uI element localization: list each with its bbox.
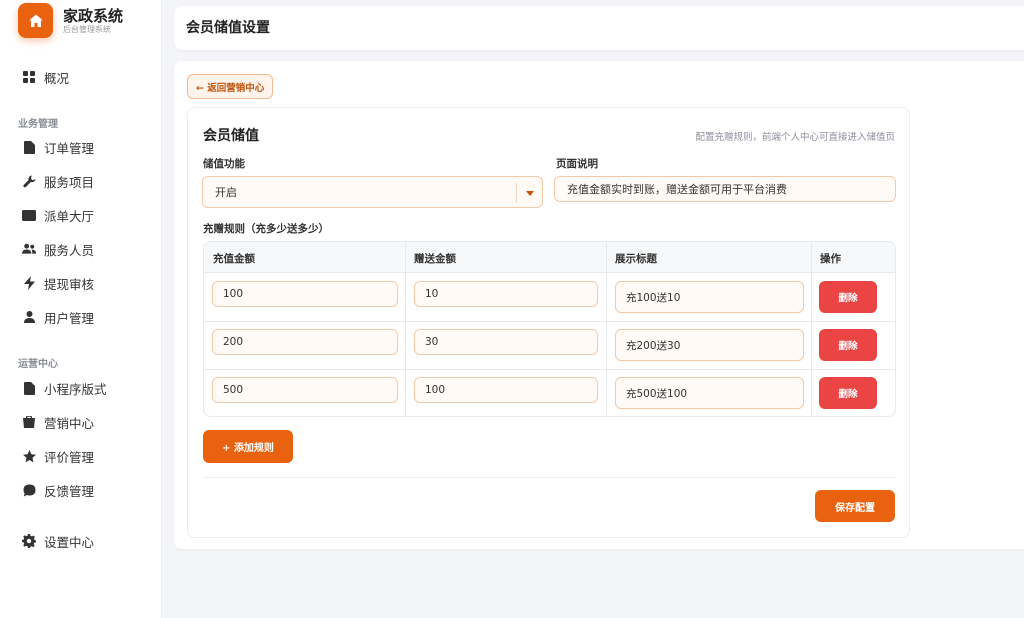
desc-label: 页面说明 xyxy=(556,158,598,170)
chat-icon xyxy=(22,483,36,497)
sidebar-item-miniapp-layout[interactable]: 小程序版式 xyxy=(22,378,107,398)
user-icon xyxy=(22,310,36,324)
sidebar-item-label: 提现审核 xyxy=(44,276,95,292)
sidebar-item-label: 派单大厅 xyxy=(44,208,95,224)
function-label: 储值功能 xyxy=(203,158,245,170)
gift-input[interactable]: 100 xyxy=(414,377,598,403)
function-select[interactable]: 开启 xyxy=(202,176,543,208)
sidebar-item-settings[interactable]: 设置中心 xyxy=(22,531,94,551)
sidebar-item-label: 服务人员 xyxy=(44,242,95,258)
page-header: 会员储值设置 xyxy=(174,6,1024,50)
home-logo-icon xyxy=(18,3,53,38)
star-icon xyxy=(22,449,36,463)
display-title-input[interactable]: 充500送100 xyxy=(615,377,804,409)
display-title-input[interactable]: 充200送30 xyxy=(615,329,804,361)
sidebar-item-label: 设置中心 xyxy=(44,534,95,550)
document-icon xyxy=(22,140,36,154)
header-action: 操作 xyxy=(820,253,841,265)
sidebar-item-withdraw[interactable]: 提现审核 xyxy=(22,273,94,293)
people-icon xyxy=(22,242,36,256)
sidebar-item-staff[interactable]: 服务人员 xyxy=(22,239,94,259)
recharge-input[interactable]: 100 xyxy=(212,281,398,307)
sidebar-section-business: 业务管理 xyxy=(18,119,58,130)
sidebar-item-services[interactable]: 服务项目 xyxy=(22,171,94,191)
sidebar-item-dispatch[interactable]: 派单大厅 xyxy=(22,205,94,225)
header-recharge: 充值金额 xyxy=(213,253,255,265)
recharge-input[interactable]: 200 xyxy=(212,329,398,355)
page-title: 会员储值设置 xyxy=(186,20,270,36)
brand: 家政系统 后台管理系统 xyxy=(18,3,123,38)
sidebar-item-users[interactable]: 用户管理 xyxy=(22,307,94,327)
delete-button[interactable]: 删除 xyxy=(819,377,877,409)
brand-title: 家政系统 xyxy=(63,6,124,25)
sidebar-item-label: 小程序版式 xyxy=(44,381,107,397)
add-rule-button[interactable]: + 添加规则 xyxy=(203,430,293,463)
sidebar-item-label: 概况 xyxy=(44,70,70,86)
save-config-button[interactable]: 保存配置 xyxy=(815,490,895,522)
header-display-title: 展示标题 xyxy=(615,253,657,265)
sidebar-item-overview[interactable]: 概况 xyxy=(22,67,69,87)
sidebar-item-orders[interactable]: 订单管理 xyxy=(22,137,94,157)
bolt-icon xyxy=(22,276,36,290)
grid-icon xyxy=(22,70,36,84)
recharge-input[interactable]: 500 xyxy=(212,377,398,403)
function-select-value: 开启 xyxy=(215,186,237,199)
sidebar-item-label: 反馈管理 xyxy=(44,483,95,499)
delete-button[interactable]: 删除 xyxy=(819,329,877,361)
sidebar-item-label: 服务项目 xyxy=(44,174,95,190)
folder-icon xyxy=(22,208,36,222)
sidebar-item-feedback[interactable]: 反馈管理 xyxy=(22,480,94,500)
main-panel: ← 返回营销中心 会员储值 配置充赠规则，前端个人中心可直接进入储值页 储值功能… xyxy=(174,61,1024,549)
sidebar-item-label: 订单管理 xyxy=(44,140,95,156)
sidebar-item-reviews[interactable]: 评价管理 xyxy=(22,446,94,466)
sidebar-section-operations: 运营中心 xyxy=(18,359,58,370)
member-recharge-card: 会员储值 配置充赠规则，前端个人中心可直接进入储值页 储值功能 开启 页面说明 … xyxy=(187,107,910,538)
gear-icon xyxy=(22,534,36,548)
table-header xyxy=(204,242,895,273)
sidebar-item-label: 用户管理 xyxy=(44,310,95,326)
shop-icon xyxy=(22,415,36,429)
brand-subtitle: 后台管理系统 xyxy=(63,24,111,34)
sidebar-item-marketing[interactable]: 营销中心 xyxy=(22,412,94,432)
document-icon xyxy=(22,381,36,395)
display-title-input[interactable]: 充100送10 xyxy=(615,281,804,313)
rules-table: 充值金额 赠送金额 展示标题 操作 100 10 充100送10 删除 200 … xyxy=(203,241,896,417)
sidebar-item-label: 评价管理 xyxy=(44,449,95,465)
delete-button[interactable]: 删除 xyxy=(819,281,877,313)
header-gift: 赠送金额 xyxy=(414,253,456,265)
wrench-icon xyxy=(22,174,36,188)
rules-label: 充赠规则（充多少送多少） xyxy=(203,223,329,235)
card-hint: 配置充赠规则，前端个人中心可直接进入储值页 xyxy=(695,132,895,143)
back-to-marketing-button[interactable]: ← 返回营销中心 xyxy=(187,74,274,99)
sidebar: 家政系统 后台管理系统 概况 业务管理 订单管理 服务项目 派单大厅 服务人员 … xyxy=(0,0,162,618)
chevron-down-icon xyxy=(516,183,542,203)
sidebar-item-label: 营销中心 xyxy=(44,415,95,431)
desc-input-value: 充值金额实时到账，赠送金额可用于平台消费 xyxy=(567,183,787,196)
card-title: 会员储值 xyxy=(203,128,259,144)
gift-input[interactable]: 30 xyxy=(414,329,598,355)
gift-input[interactable]: 10 xyxy=(414,281,598,307)
divider xyxy=(203,477,896,478)
desc-input[interactable]: 充值金额实时到账，赠送金额可用于平台消费 xyxy=(554,176,896,202)
